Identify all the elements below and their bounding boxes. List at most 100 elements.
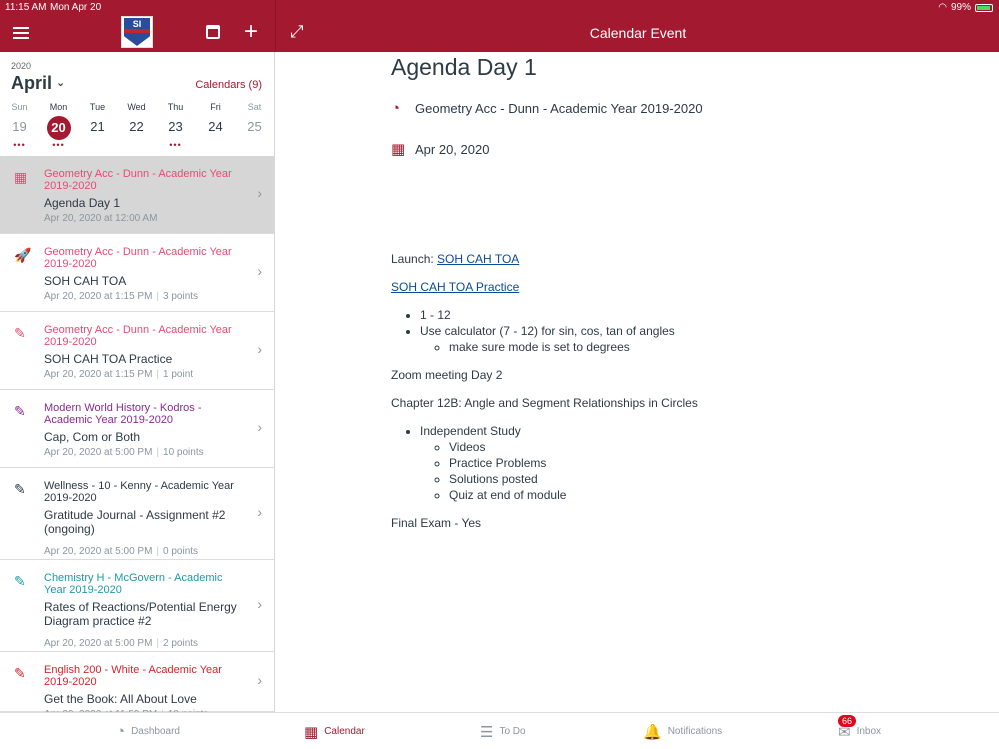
list-item[interactable]: ✎ Chemistry H - McGovern - Academic Year … — [0, 560, 274, 652]
list-item[interactable]: ▦ Geometry Acc - Dunn - Academic Year 201… — [0, 156, 274, 234]
event-meta: Apr 20, 2020 at 1:15 PM | 1 point — [44, 369, 193, 380]
tab-calendar[interactable]: ▦ Calendar — [304, 713, 365, 749]
day-number: 24 — [208, 119, 223, 134]
chevron-right-icon: › — [257, 185, 262, 201]
list-item[interactable]: ✎ English 200 - White - Academic Year 201… — [0, 652, 274, 712]
add-event-button[interactable]: + — [244, 20, 258, 44]
practice-list: 1 - 12 Use calculator (7 - 12) for sin, … — [420, 307, 951, 355]
tab-todo[interactable]: ☰ To Do — [480, 713, 526, 749]
launch-link[interactable]: SOH CAH TOA — [437, 252, 519, 266]
separator: | — [156, 291, 160, 302]
day-sat[interactable]: Sat 25 — [235, 102, 274, 150]
day-name: Mon — [49, 102, 68, 112]
event-date-row: ▦ Apr 20, 2020 — [391, 140, 489, 158]
event-meta: Apr 20, 2020 at 5:00 PM | 0 points — [44, 546, 198, 557]
event-course: Geometry Acc - Dunn - Academic Year 2019… — [44, 324, 232, 348]
battery-icon — [975, 3, 993, 12]
event-points: 3 points — [163, 291, 199, 302]
event-title: Agenda Day 1 — [44, 196, 121, 210]
list-item[interactable]: 🚀 Geometry Acc - Dunn - Academic Year 201… — [0, 234, 274, 312]
event-points: 2 points — [163, 638, 199, 649]
day-name: Wed — [127, 102, 146, 112]
list-item: Solutions posted — [449, 471, 951, 487]
event-dots — [196, 142, 235, 150]
event-date: Apr 20, 2020 at 12:00 AM — [44, 213, 158, 224]
event-points: 1 point — [163, 369, 194, 380]
day-mon[interactable]: Mon 20 ••• — [39, 102, 78, 150]
menu-icon[interactable] — [13, 27, 29, 39]
list-item: Independent Study Videos Practice Proble… — [420, 423, 951, 503]
assignment-icon: ✎ — [14, 403, 26, 419]
practice-line: SOH CAH TOA Practice — [391, 279, 951, 295]
chapter-line: Chapter 12B: Angle and Segment Relations… — [391, 396, 698, 410]
event-date: Apr 20, 2020 at 5:00 PM — [44, 447, 153, 458]
event-title: SOH CAH TOA Practice — [44, 352, 173, 366]
calendar-icon: ▦ — [14, 169, 28, 185]
event-title: Cap, Com or Both — [44, 430, 141, 444]
tab-label: Notifications — [667, 726, 723, 737]
assignment-icon: ✎ — [14, 573, 26, 589]
day-number: 19 — [12, 119, 27, 134]
battery-percent: 99% — [950, 2, 971, 13]
rocket-icon: 🚀 — [14, 247, 32, 263]
event-course: Geometry Acc - Dunn - Academic Year 2019… — [44, 168, 232, 192]
chevron-right-icon: › — [257, 263, 262, 279]
dashboard-gauge-icon: ◔ — [391, 100, 401, 117]
event-dots — [78, 142, 117, 150]
status-right: ◠ 99% — [938, 2, 993, 13]
event-course-row: ◔ Geometry Acc - Dunn - Academic Year 20… — [391, 100, 703, 117]
chevron-right-icon: › — [257, 672, 262, 688]
list-item[interactable]: ✎ Modern World History - Kodros - Academi… — [0, 390, 274, 468]
practice-link[interactable]: SOH CAH TOA Practice — [391, 280, 519, 294]
calendars-filter-button[interactable]: Calendars (9) — [195, 79, 262, 91]
separator: | — [156, 369, 160, 380]
tab-dashboard[interactable]: ◔ Dashboard — [116, 713, 180, 749]
day-sun[interactable]: Sun 19 ••• — [0, 102, 39, 150]
day-fri[interactable]: Fri 24 — [196, 102, 235, 150]
event-course: Wellness - 10 - Kenny - Academic Year 20… — [44, 480, 234, 504]
chevron-right-icon: › — [257, 341, 262, 357]
day-thu[interactable]: Thu 23 ••• — [156, 102, 195, 150]
event-course: Chemistry H - McGovern - Academic Year 2… — [44, 572, 223, 596]
list-item: Quiz at end of module — [449, 487, 951, 503]
month-selector[interactable]: April ⌄ — [11, 73, 65, 94]
assignment-icon: ✎ — [14, 665, 26, 681]
final-exam-line: Final Exam - Yes — [391, 516, 482, 530]
event-dots: ••• — [52, 140, 65, 150]
chevron-right-icon: › — [257, 596, 262, 612]
event-points: 10 points — [163, 447, 204, 458]
event-description: Launch: SOH CAH TOA SOH CAH TOA Practice… — [391, 251, 951, 543]
calendar-picker-icon[interactable] — [206, 25, 220, 39]
event-meta: Apr 20, 2020 at 5:00 PM | 2 points — [44, 638, 198, 649]
page-title: Calendar Event — [589, 25, 687, 41]
separator: | — [156, 546, 160, 557]
event-meta: Apr 20, 2020 at 5:00 PM | 10 points — [44, 447, 204, 458]
list-item[interactable]: ✎ Wellness - 10 - Kenny - Academic Year 2… — [0, 468, 274, 560]
calendar-sidebar: 2020 April ⌄ Calendars (9) Sun 19 ••• Mon 20 •… — [0, 52, 274, 712]
day-wed[interactable]: Wed 22 — [117, 102, 156, 150]
list-item[interactable]: ✎ Geometry Acc - Dunn - Academic Year 201… — [0, 312, 274, 390]
wifi-icon: ◠ — [938, 2, 947, 13]
list-item: Practice Problems — [449, 455, 951, 471]
chevron-right-icon: › — [257, 419, 262, 435]
assignment-icon: ✎ — [14, 481, 26, 497]
assignment-icon: ✎ — [14, 325, 26, 341]
day-name: Tue — [89, 102, 106, 112]
event-title: SOH CAH TOA — [44, 274, 127, 288]
tab-notifications[interactable]: 🔔 Notifications — [643, 713, 722, 749]
list-item: Videos — [449, 439, 951, 455]
event-date: Apr 20, 2020 at 5:00 PM — [44, 638, 153, 649]
launch-line: Launch: SOH CAH TOA — [391, 251, 951, 267]
day-name: Thu — [167, 102, 184, 112]
tab-label: Inbox — [856, 726, 882, 737]
list-item: make sure mode is set to degrees — [449, 339, 951, 355]
event-date: Apr 20, 2020 at 1:15 PM — [44, 291, 153, 302]
day-name: Sat — [247, 102, 262, 112]
tab-label: Calendar — [324, 726, 365, 737]
event-list: ▦ Geometry Acc - Dunn - Academic Year 201… — [0, 156, 274, 712]
event-dots — [117, 142, 156, 150]
day-tue[interactable]: Tue 21 — [78, 102, 117, 150]
separator: | — [156, 638, 160, 649]
event-course: English 200 - White - Academic Year 2019… — [44, 664, 222, 688]
event-dots: ••• — [13, 140, 26, 150]
